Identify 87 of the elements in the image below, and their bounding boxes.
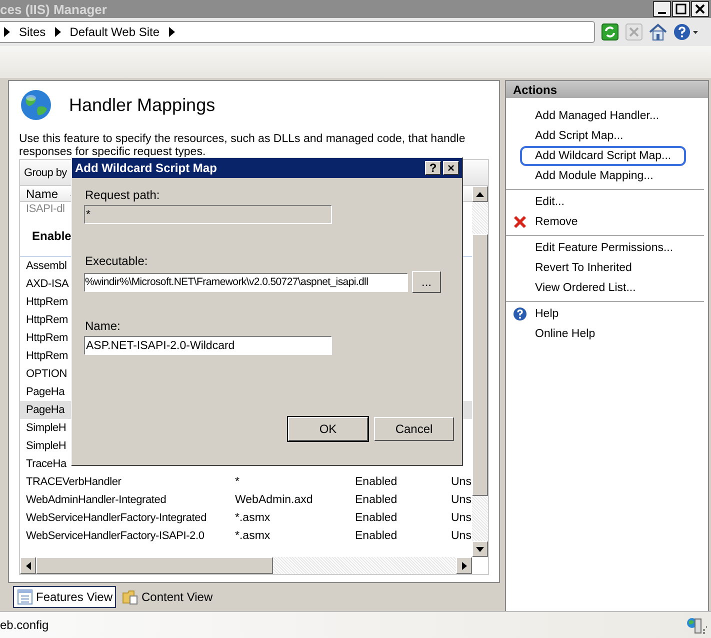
- action-link[interactable]: View Ordered List...: [535, 280, 636, 296]
- action-link[interactable]: Add Managed Handler...: [535, 108, 660, 124]
- breadcrumb-item[interactable]: Default Web Site: [70, 25, 160, 39]
- group-by-label[interactable]: Group by: [24, 166, 67, 178]
- table-cell: *: [235, 476, 240, 488]
- action-link[interactable]: Edit...: [535, 194, 564, 210]
- action-link[interactable]: Edit Feature Permissions...: [535, 240, 674, 256]
- table-cell: HttpRem: [26, 314, 68, 326]
- field-label: Request path:: [84, 188, 161, 202]
- list-icon: [17, 589, 33, 605]
- action-link[interactable]: Add Script Map...: [535, 128, 624, 144]
- table-cell: AXD-ISA: [26, 278, 69, 290]
- close-button[interactable]: ×: [443, 161, 459, 175]
- breadcrumb-arrow-icon[interactable]: [168, 27, 175, 37]
- group-header[interactable]: Enable: [32, 229, 72, 243]
- action-link[interactable]: Add Wildcard Script Map...: [520, 146, 686, 166]
- scrollbar-thumb[interactable]: [472, 234, 488, 496]
- table-cell: Enabled: [355, 530, 398, 542]
- breadcrumb-arrow-icon[interactable]: [54, 27, 61, 37]
- network-server-icon: [686, 616, 708, 634]
- action-link[interactable]: Add Module Mapping...: [535, 168, 654, 184]
- table-cell: OPTION: [26, 368, 67, 380]
- table-cell: Uns: [451, 530, 472, 542]
- table-cell: HttpRem: [26, 332, 68, 344]
- action-link[interactable]: Remove: [535, 214, 578, 230]
- address-bar[interactable]: Sites Default Web Site: [0, 21, 595, 43]
- table-cell: *.asmx: [235, 530, 270, 542]
- scroll-up-icon[interactable]: [476, 192, 484, 196]
- table-cell: Uns: [451, 494, 472, 506]
- input-field[interactable]: %windir%\Microsoft.NET\Framework\v2.0.50727\aspnet_isapi.dll: [84, 272, 408, 292]
- table-cell: Uns: [451, 476, 472, 488]
- dialog-title: Add Wildcard Script Map: [75, 161, 218, 175]
- input-field[interactable]: ASP.NET-ISAPI-2.0-Wildcard: [84, 336, 332, 355]
- table-cell: Enabled: [355, 476, 398, 488]
- table-cell: *.asmx: [235, 512, 270, 524]
- field-label: Name:: [84, 319, 122, 333]
- table-cell: WebAdminHandler-Integrated: [26, 494, 166, 506]
- scroll-down-icon[interactable]: [476, 546, 484, 552]
- action-link[interactable]: Online Help: [535, 326, 596, 342]
- table-cell: HttpRem: [26, 296, 68, 308]
- window-title: ces (IIS) Manager: [0, 2, 107, 16]
- breadcrumb-item[interactable]: Sites: [19, 25, 46, 39]
- minimize-button[interactable]: [653, 1, 671, 17]
- help-icon: [513, 307, 527, 321]
- remove-icon: [513, 215, 527, 229]
- table-cell: WebAdmin.axd: [235, 494, 313, 506]
- actions-title: Actions: [513, 82, 558, 96]
- table-cell: PageHa: [26, 386, 65, 398]
- breadcrumb-arrow-icon[interactable]: [4, 27, 10, 37]
- action-link[interactable]: Help: [535, 306, 559, 322]
- dialog-button[interactable]: OK: [288, 417, 368, 441]
- table-cell: SimpleH: [26, 440, 66, 452]
- table-cell: PageHa: [26, 404, 65, 416]
- field-label: Executable:: [84, 254, 149, 268]
- scroll-left-icon[interactable]: [26, 562, 30, 570]
- column-header[interactable]: Name: [26, 186, 58, 200]
- scroll-right-icon[interactable]: [462, 562, 466, 570]
- table-cell: Enabled: [355, 494, 398, 506]
- table-cell: TraceHa: [26, 458, 66, 470]
- table-cell: TRACEVerbHandler: [26, 476, 122, 488]
- folder-icon: [122, 589, 138, 605]
- view-tab[interactable]: Content View: [118, 586, 217, 608]
- table-cell: WebServiceHandlerFactory-Integrated: [26, 512, 206, 524]
- help-icon[interactable]: [673, 23, 699, 41]
- dialog-button[interactable]: Cancel: [374, 417, 454, 441]
- table-cell: Assembl: [26, 260, 67, 272]
- feature-title: Handler Mappings: [69, 94, 216, 116]
- table-cell: Enabled: [355, 512, 398, 524]
- view-tab[interactable]: Features View: [13, 586, 116, 608]
- table-cell: Uns: [451, 512, 472, 524]
- table-cell: ISAPI-dl: [26, 203, 65, 215]
- globe-icon: [20, 89, 52, 121]
- home-icon[interactable]: [649, 23, 667, 41]
- browse-button[interactable]: ...: [412, 271, 441, 293]
- status-text: eb.config: [0, 618, 49, 632]
- maximize-button[interactable]: [672, 1, 690, 17]
- refresh-icon[interactable]: [601, 23, 619, 41]
- scrollbar-thumb[interactable]: [36, 557, 273, 574]
- feature-description: Use this feature to specify the resources, such as DLLs and managed code, that handle responses for specific request types.: [19, 133, 466, 159]
- table-cell: HttpRem: [26, 350, 68, 362]
- action-link[interactable]: Revert To Inherited: [535, 260, 632, 276]
- vertical-scrollbar[interactable]: [472, 186, 488, 557]
- horizontal-scrollbar[interactable]: [20, 557, 472, 574]
- help-button[interactable]: ?: [425, 161, 441, 175]
- close-button[interactable]: [691, 1, 709, 17]
- table-cell: WebServiceHandlerFactory-ISAPI-2.0: [26, 530, 204, 542]
- table-cell: SimpleH: [26, 422, 66, 434]
